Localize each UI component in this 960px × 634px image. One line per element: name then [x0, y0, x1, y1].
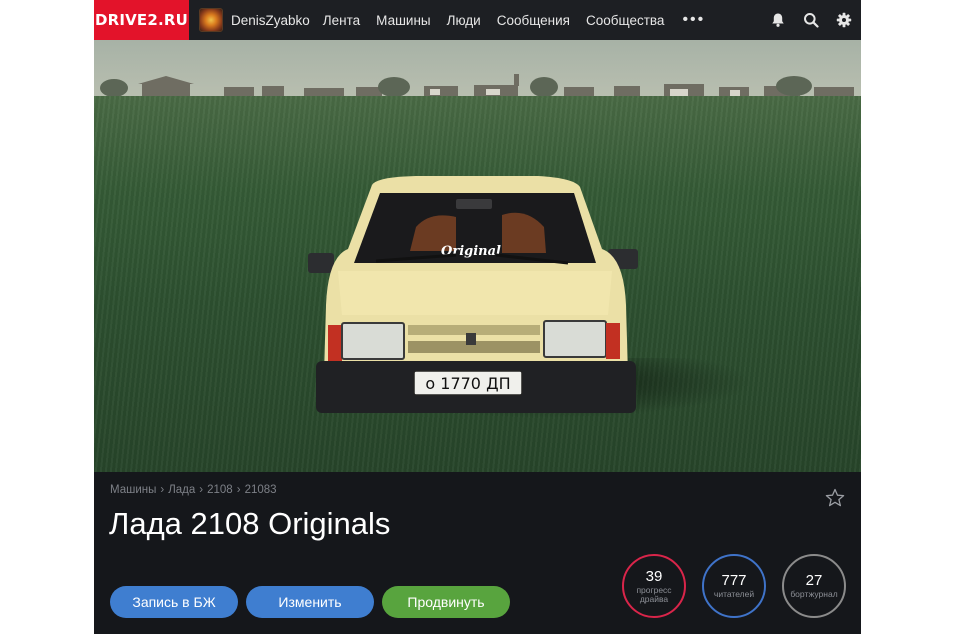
logbook-entry-button[interactable]: Запись в БЖ — [110, 586, 238, 618]
page-title: Лада 2108 Originals — [109, 506, 391, 541]
breadcrumb: Машины › Лада › 2108 › 21083 — [110, 484, 277, 496]
car-photo[interactable]: Original о 1770 ДП — [94, 40, 861, 472]
car-illustration: Original о 1770 ДП — [308, 176, 638, 413]
breadcrumb-separator: › — [199, 484, 204, 496]
avatar[interactable] — [199, 8, 223, 32]
stat-value: 777 — [721, 572, 747, 589]
gear-icon[interactable] — [835, 11, 853, 29]
breadcrumb-2108[interactable]: 2108 — [207, 484, 233, 496]
more-menu-icon[interactable]: ••• — [682, 11, 705, 29]
nav-cars[interactable]: Машины — [376, 13, 430, 28]
breadcrumb-separator: › — [160, 484, 165, 496]
car-page: DRIVE2.RU DenisZyabko Лента Машины Люди … — [94, 0, 861, 634]
stat-label: прогресс драйва — [636, 584, 672, 604]
star-icon[interactable] — [825, 488, 845, 508]
search-icon[interactable] — [802, 11, 820, 29]
main-nav: Лента Машины Люди Сообщения Сообщества •… — [323, 11, 705, 29]
breadcrumb-21083[interactable]: 21083 — [245, 484, 277, 496]
breadcrumb-separator: › — [236, 484, 241, 496]
edit-button[interactable]: Изменить — [246, 586, 374, 618]
logbook-stat[interactable]: 27 бортжурнал — [782, 554, 846, 618]
breadcrumb-cars[interactable]: Машины — [110, 484, 156, 496]
car-info-panel: Машины › Лада › 2108 › 21083 Лада 2108 Origina… — [94, 472, 861, 634]
nav-people[interactable]: Люди — [447, 13, 481, 28]
readers-stat[interactable]: 777 читателей — [702, 554, 766, 618]
stat-label: бортжурнал — [790, 589, 838, 599]
nav-communities[interactable]: Сообщества — [586, 13, 664, 28]
stat-value: 39 — [645, 567, 663, 585]
top-bar: DRIVE2.RU DenisZyabko Лента Машины Люди … — [94, 0, 861, 40]
stat-label: читателей — [713, 589, 755, 599]
page: DRIVE2.RU DenisZyabko Лента Машины Люди … — [0, 0, 960, 634]
username[interactable]: DenisZyabko — [231, 13, 310, 28]
license-plate: о 1770 ДП — [425, 374, 510, 393]
site-logo[interactable]: DRIVE2.RU — [94, 0, 189, 40]
nav-feed[interactable]: Лента — [323, 13, 360, 28]
nav-messages[interactable]: Сообщения — [497, 13, 570, 28]
top-icons — [754, 0, 853, 40]
breadcrumb-lada[interactable]: Лада — [168, 484, 195, 496]
promote-button[interactable]: Продвинуть — [382, 586, 510, 618]
drive-progress-stat[interactable]: 39 прогресс драйва — [622, 554, 686, 618]
bell-icon[interactable] — [769, 11, 787, 29]
user-profile[interactable]: DenisZyabko — [199, 8, 310, 32]
stat-value: 27 — [805, 572, 823, 589]
